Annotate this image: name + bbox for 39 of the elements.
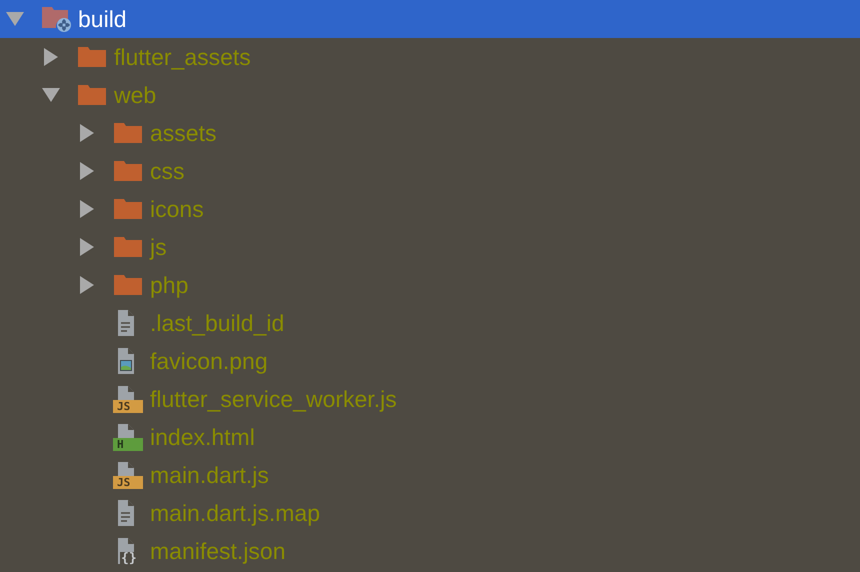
folder-name: assets: [150, 120, 216, 146]
tree-row[interactable]: JS flutter_service_worker.js: [0, 380, 860, 418]
tree-row[interactable]: main.dart.js.map: [0, 494, 860, 532]
triangle-right-icon[interactable]: [78, 200, 96, 218]
triangle-right-icon[interactable]: [78, 276, 96, 294]
triangle-right-icon[interactable]: [42, 48, 60, 66]
folder-name: icons: [150, 196, 204, 222]
triangle-right-icon[interactable]: [78, 162, 96, 180]
folder-name: js: [150, 234, 167, 260]
folder-name: build: [78, 6, 127, 32]
tree-row[interactable]: web: [0, 76, 860, 114]
tree-row[interactable]: .last_build_id: [0, 304, 860, 342]
triangle-down-icon[interactable]: [42, 86, 60, 104]
tree-row[interactable]: php: [0, 266, 860, 304]
tree-row[interactable]: JS main.dart.js: [0, 456, 860, 494]
folder-name: flutter_assets: [114, 44, 251, 70]
file-name: main.dart.js: [150, 462, 269, 488]
folder-name: php: [150, 272, 188, 298]
triangle-right-icon[interactable]: [78, 238, 96, 256]
tree-row[interactable]: js: [0, 228, 860, 266]
folder-name: css: [150, 158, 184, 184]
triangle-right-icon[interactable]: [78, 124, 96, 142]
build-folder-icon: [42, 5, 72, 33]
file-name: .last_build_id: [150, 310, 284, 336]
tree-row[interactable]: H index.html: [0, 418, 860, 456]
tree-row[interactable]: favicon.png: [0, 342, 860, 380]
triangle-down-icon[interactable]: [6, 10, 24, 28]
file-name: favicon.png: [150, 348, 268, 374]
tree-row[interactable]: {} manifest.json: [0, 532, 860, 570]
file-name: main.dart.js.map: [150, 500, 320, 526]
tree-row[interactable]: build: [0, 0, 860, 38]
folder-name: web: [114, 82, 156, 108]
file-name: index.html: [150, 424, 255, 450]
tree-row[interactable]: icons: [0, 190, 860, 228]
file-name: manifest.json: [150, 538, 286, 564]
tree-row[interactable]: css: [0, 152, 860, 190]
tree-row[interactable]: assets: [0, 114, 860, 152]
file-name: flutter_service_worker.js: [150, 386, 397, 412]
tree-row[interactable]: flutter_assets: [0, 38, 860, 76]
